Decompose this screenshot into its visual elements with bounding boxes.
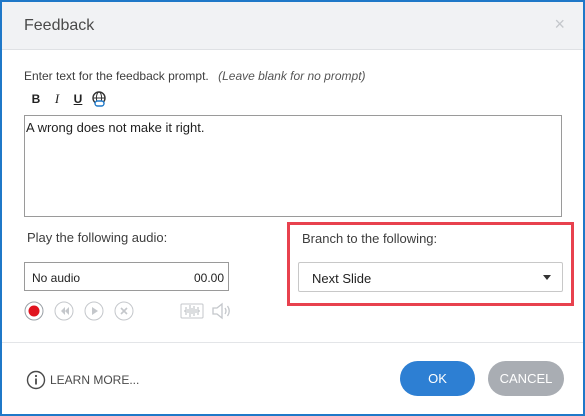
- branch-select[interactable]: Next Slide: [298, 262, 563, 292]
- audio-label: Play the following audio:: [27, 230, 168, 245]
- play-icon[interactable]: [84, 301, 104, 321]
- learn-more-label: LEARN MORE...: [50, 373, 140, 387]
- close-icon[interactable]: ×: [554, 15, 565, 33]
- prompt-label: Enter text for the feedback prompt.: [24, 69, 209, 83]
- ok-button[interactable]: OK: [400, 361, 475, 396]
- info-icon: [26, 370, 46, 395]
- waveform-icon[interactable]: [180, 301, 204, 321]
- volume-icon[interactable]: [210, 301, 234, 321]
- dialog-title: Feedback: [24, 17, 95, 34]
- record-icon[interactable]: [24, 301, 44, 321]
- audio-field[interactable]: No audio 00.00: [24, 262, 229, 291]
- branch-selected-value: Next Slide: [312, 271, 372, 286]
- rewind-icon[interactable]: [54, 301, 74, 321]
- footer-divider: [2, 342, 583, 343]
- feedback-dialog: Feedback × Enter text for the feedback p…: [0, 0, 585, 416]
- audio-name: No audio: [32, 271, 81, 285]
- cancel-button[interactable]: CANCEL: [488, 361, 564, 396]
- italic-button[interactable]: I: [49, 90, 65, 108]
- prompt-label-row: Enter text for the feedback prompt. (Lea…: [24, 69, 366, 83]
- link-icon[interactable]: [91, 90, 107, 108]
- prompt-hint: (Leave blank for no prompt): [218, 69, 366, 83]
- chevron-down-icon: [543, 275, 551, 280]
- feedback-text-input[interactable]: A wrong does not make it right.: [24, 115, 562, 217]
- bold-button[interactable]: B: [28, 90, 44, 108]
- dialog-titlebar: Feedback ×: [2, 2, 583, 50]
- audio-time: 00.00: [193, 271, 224, 285]
- underline-button[interactable]: U: [70, 90, 86, 108]
- delete-icon[interactable]: [114, 301, 134, 321]
- branch-label: Branch to the following:: [302, 231, 438, 246]
